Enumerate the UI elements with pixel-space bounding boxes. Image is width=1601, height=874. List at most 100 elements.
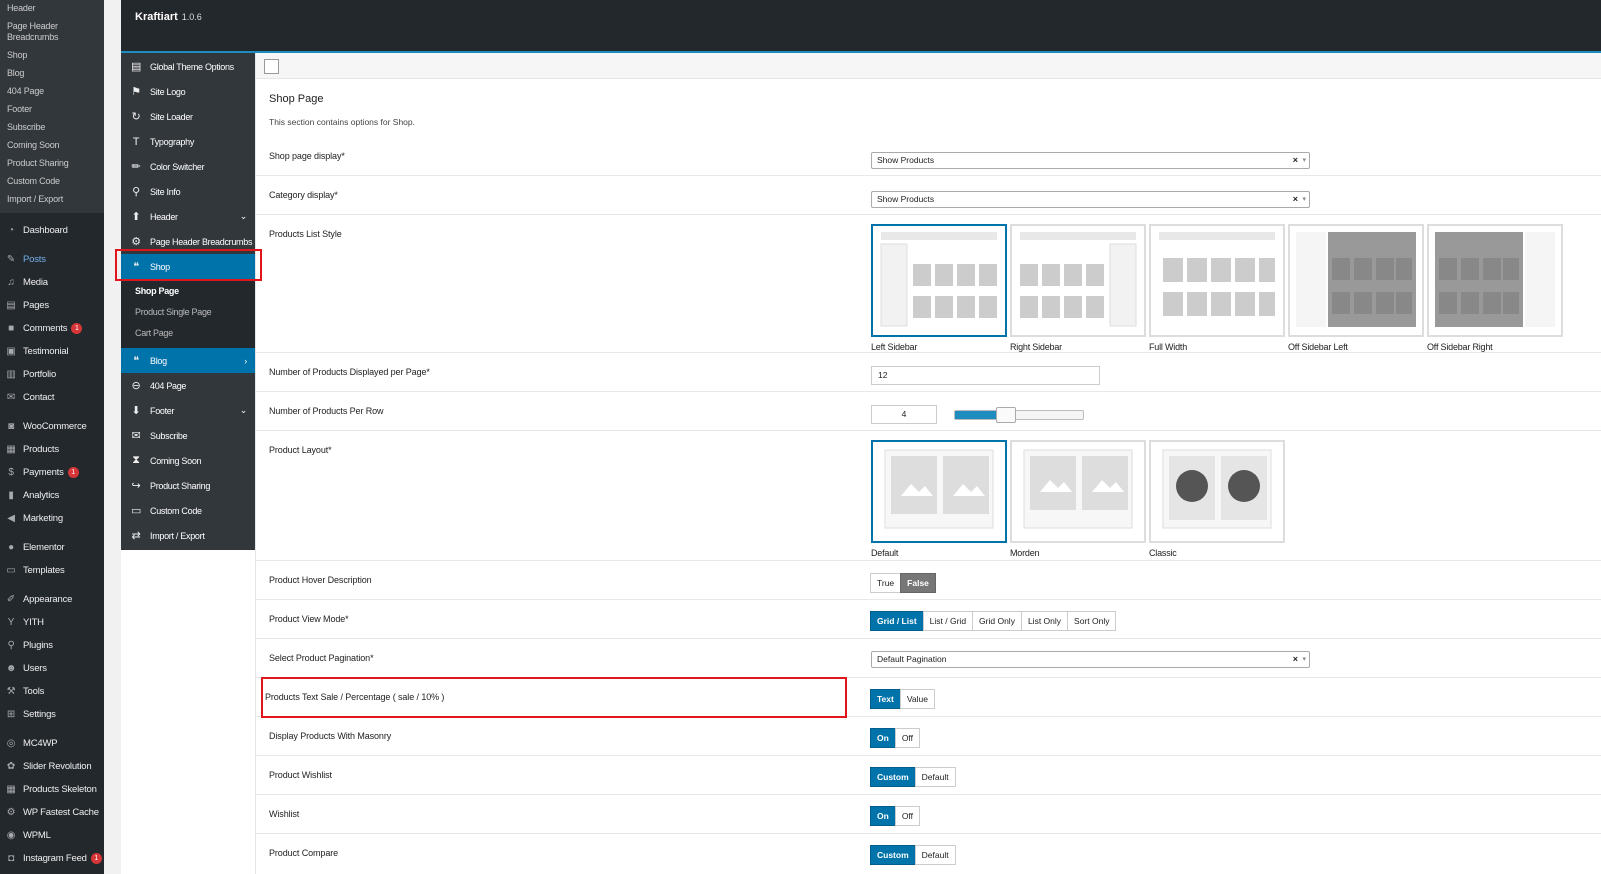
clear-icon[interactable]: × (1293, 153, 1298, 168)
submenu-product-single[interactable]: Product Single Page (121, 302, 255, 323)
option-value[interactable]: Value (899, 689, 935, 709)
layout-default[interactable]: Default (871, 440, 1007, 558)
options-item-custom-code[interactable]: ▭ Custom Code (121, 498, 255, 523)
option-list-grid[interactable]: List / Grid (922, 611, 974, 631)
field-view-mode: Product View Mode* Grid / List List / Gr… (256, 600, 1601, 639)
options-item-site-info[interactable]: ⚲ Site Info (121, 179, 255, 204)
brush-icon: ✐ (6, 594, 16, 605)
option-custom[interactable]: Custom (870, 767, 916, 787)
wp-menu-marketing[interactable]: ◀ Marketing (0, 507, 104, 530)
wp-menu-appearance[interactable]: ✐ Appearance (0, 588, 104, 611)
option-grid-only[interactable]: Grid Only (972, 611, 1022, 631)
list-style-off-sidebar-right[interactable]: Off Sidebar Right (1427, 224, 1563, 352)
per-row-input[interactable]: 4 (871, 405, 937, 424)
category-display-select[interactable]: Show Products × ▾ (871, 191, 1310, 208)
wp-submenu-item[interactable]: Product Sharing (0, 155, 104, 173)
theme-title: Kraftiart (135, 11, 178, 23)
wp-menu-pages[interactable]: ▤ Pages (0, 294, 104, 317)
options-item-subscribe[interactable]: ✉ Subscribe (121, 423, 255, 448)
expand-icon[interactable] (264, 59, 279, 74)
wp-menu-users[interactable]: ☻ Users (0, 657, 104, 680)
wp-menu-wpml[interactable]: ◉ WPML (0, 824, 104, 847)
wp-menu-yith[interactable]: Y YITH (0, 611, 104, 634)
wp-submenu-item[interactable]: 404 Page (0, 83, 104, 101)
options-item-import-export[interactable]: ⇄ Import / Export (121, 523, 255, 548)
options-item-site-logo[interactable]: ⚑ Site Logo (121, 79, 255, 104)
wp-submenu-item[interactable]: Coming Soon (0, 137, 104, 155)
list-style-left-sidebar[interactable]: Left Sidebar (871, 224, 1007, 352)
layout-morden[interactable]: Morden (1010, 440, 1146, 558)
option-default[interactable]: Default (914, 845, 956, 865)
option-on[interactable]: On (870, 728, 896, 748)
shop-display-select[interactable]: Show Products × ▾ (871, 152, 1310, 169)
wp-menu-media[interactable]: ♫ Media (0, 271, 104, 294)
option-list-only[interactable]: List Only (1020, 611, 1069, 631)
option-text[interactable]: Text (870, 689, 901, 709)
wp-menu-templates[interactable]: ▭ Templates (0, 559, 104, 582)
list-style-full-width[interactable]: Full Width (1149, 224, 1285, 352)
option-on[interactable]: On (870, 806, 896, 826)
option-true[interactable]: True (870, 573, 902, 593)
wp-submenu-item[interactable]: Blog (0, 65, 104, 83)
wp-menu-contact[interactable]: ✉ Contact (0, 386, 104, 409)
wp-menu-settings[interactable]: ⊞ Settings (0, 703, 104, 726)
submenu-cart-page[interactable]: Cart Page (121, 323, 255, 344)
options-item-site-loader[interactable]: ↻ Site Loader (121, 104, 255, 129)
wp-menu-products[interactable]: ▦ Products (0, 438, 104, 461)
clear-icon[interactable]: × (1293, 192, 1298, 207)
list-style-right-sidebar[interactable]: Right Sidebar (1010, 224, 1146, 352)
wp-menu-slider-revolution[interactable]: ✿ Slider Revolution (0, 755, 104, 778)
wp-menu-comments[interactable]: ■ Comments 1 (0, 317, 104, 340)
per-row-slider[interactable] (954, 407, 1084, 423)
wp-menu-dashboard[interactable]: ◔ Dashboard (0, 219, 104, 242)
field-label: Products List Style (269, 229, 342, 239)
options-item-header[interactable]: ⬆ Header ⌄ (121, 204, 255, 229)
clear-icon[interactable]: × (1293, 652, 1298, 667)
wp-menu-mc4wp[interactable]: ◎ MC4WP (0, 732, 104, 755)
option-custom[interactable]: Custom (870, 845, 916, 865)
option-default[interactable]: Default (914, 767, 956, 787)
option-false[interactable]: False (900, 573, 936, 593)
wp-menu-instagram-feed[interactable]: ◘ Instagram Feed 1 (0, 847, 104, 870)
options-item-color-switcher[interactable]: ✏ Color Switcher (121, 154, 255, 179)
wp-menu-plugins[interactable]: ⚲ Plugins (0, 634, 104, 657)
options-item-blog[interactable]: ❝ Blog › (121, 348, 255, 373)
wp-menu-testimonial[interactable]: ▣ Testimonial (0, 340, 104, 363)
options-item-coming-soon[interactable]: ⧗ Coming Soon (121, 448, 255, 473)
options-item-typography[interactable]: T Typography (121, 129, 255, 154)
theme-version: 1.0.6 (181, 12, 202, 22)
options-item-footer[interactable]: ⬇ Footer ⌄ (121, 398, 255, 423)
wp-menu-tools[interactable]: ⚒ Tools (0, 680, 104, 703)
wp-menu-fastest-cache[interactable]: ⚙ WP Fastest Cache (0, 801, 104, 824)
wp-submenu-item[interactable]: Page Header Breadcrumbs (0, 18, 104, 47)
options-item-404[interactable]: ⊖ 404 Page (121, 373, 255, 398)
list-style-off-sidebar-left[interactable]: Off Sidebar Left (1288, 224, 1424, 352)
option-off[interactable]: Off (894, 806, 920, 826)
option-sort-only[interactable]: Sort Only (1067, 611, 1117, 631)
wp-menu-payments[interactable]: $ Payments 1 (0, 461, 104, 484)
wp-submenu-item[interactable]: Header (0, 0, 104, 18)
wp-menu-products-skeleton[interactable]: ▦ Products Skeleton (0, 778, 104, 801)
wp-menu-elementor[interactable]: ● Elementor (0, 536, 104, 559)
dashboard-icon: ◔ (8, 225, 14, 236)
wp-submenu-item[interactable]: Subscribe (0, 119, 104, 137)
comments-badge: 1 (71, 323, 83, 334)
per-page-input[interactable]: 12 (871, 366, 1100, 385)
wp-submenu-item[interactable]: Custom Code (0, 173, 104, 191)
submenu-shop-page[interactable]: Shop Page (121, 281, 255, 302)
wp-menu-portfolio[interactable]: ▥ Portfolio (0, 363, 104, 386)
wp-submenu-item[interactable]: Shop (0, 47, 104, 65)
options-item-global[interactable]: ▤ Global Theme Options (121, 54, 255, 79)
elementor-icon: ● (8, 542, 14, 553)
layout-classic[interactable]: Classic (1149, 440, 1285, 558)
wp-submenu-item[interactable]: Footer (0, 101, 104, 119)
wp-menu-posts[interactable]: ✎ Posts (0, 248, 104, 271)
option-off[interactable]: Off (894, 728, 920, 748)
wp-menu-analytics[interactable]: ▮ Analytics (0, 484, 104, 507)
slider-handle[interactable] (996, 407, 1017, 423)
pagination-select[interactable]: Default Pagination × ▾ (871, 651, 1310, 668)
option-grid-list[interactable]: Grid / List (870, 611, 924, 631)
wp-submenu-item[interactable]: Import / Export (0, 191, 104, 209)
options-item-product-sharing[interactable]: ↪ Product Sharing (121, 473, 255, 498)
wp-menu-woocommerce[interactable]: ◙ WooCommerce (0, 415, 104, 438)
